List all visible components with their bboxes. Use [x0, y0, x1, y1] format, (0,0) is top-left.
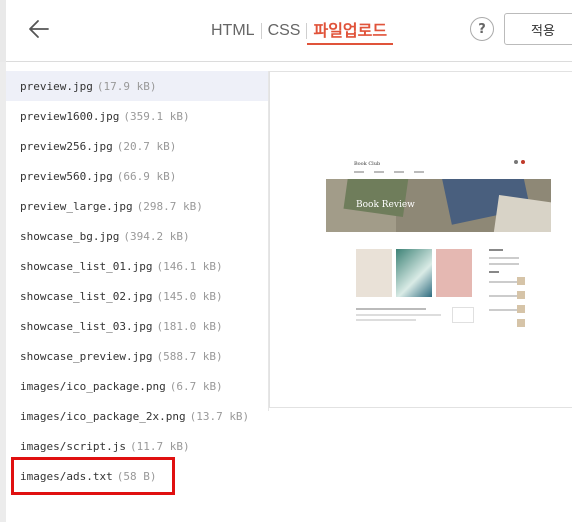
file-name: images/ico_package.png [20, 379, 166, 393]
file-list-item[interactable]: images/ico_package_2x.png (13.7 kB) [6, 401, 268, 431]
file-name: showcase_preview.jpg [20, 349, 153, 363]
top-toolbar: HTML CSS 파일업로드 ? 적용 [0, 0, 572, 62]
file-size: (6.7 kB) [169, 379, 223, 393]
preview-book-cover [356, 249, 392, 297]
file-list-item[interactable]: preview1600.jpg (359.1 kB) [6, 101, 268, 131]
file-name: showcase_list_02.jpg [20, 289, 153, 303]
file-list-item[interactable]: showcase_bg.jpg (394.2 kB) [6, 221, 268, 251]
preview-text-line [356, 308, 426, 310]
file-name: showcase_list_03.jpg [20, 319, 153, 333]
file-size: (145.0 kB) [156, 289, 223, 303]
file-list-item[interactable]: showcase_list_02.jpg (145.0 kB) [6, 281, 268, 311]
file-list-item[interactable]: images/ico_package.png (6.7 kB) [6, 371, 268, 401]
file-name: images/ads.txt [20, 469, 113, 483]
tab-file-upload[interactable]: 파일업로드 [307, 17, 394, 45]
file-name: preview256.jpg [20, 139, 113, 153]
file-size: (66.9 kB) [116, 169, 177, 183]
file-list-item[interactable]: showcase_preview.jpg (588.7 kB) [6, 341, 268, 371]
file-size: (298.7 kB) [136, 199, 203, 213]
preview-book-cover [396, 249, 432, 297]
preview-header-icons [514, 160, 525, 164]
preview-book-cover [436, 249, 472, 297]
file-size: (11.7 kB) [129, 439, 190, 453]
file-size: (181.0 kB) [156, 319, 223, 333]
file-size: (20.7 kB) [116, 139, 177, 153]
preview-text-line [356, 314, 441, 316]
preview-nav [354, 171, 474, 173]
file-list-item[interactable]: preview_large.jpg (298.7 kB) [6, 191, 268, 221]
file-size: (394.2 kB) [123, 229, 190, 243]
arrow-left-icon [29, 20, 49, 38]
preview-image: Book Club Book Review [326, 159, 551, 329]
preview-placeholder-box [452, 307, 474, 323]
file-list-item[interactable]: showcase_list_01.jpg (146.1 kB) [6, 251, 268, 281]
file-list-item[interactable]: preview256.jpg (20.7 kB) [6, 131, 268, 161]
file-name: showcase_bg.jpg [20, 229, 120, 243]
image-preview-panel: Book Club Book Review [269, 71, 572, 408]
preview-hero-banner: Book Review [326, 179, 551, 232]
file-name: showcase_list_01.jpg [20, 259, 153, 273]
file-name: images/ico_package_2x.png [20, 409, 186, 423]
file-size: (58 B) [116, 469, 157, 483]
file-name: preview560.jpg [20, 169, 113, 183]
file-size: (17.9 kB) [96, 79, 157, 93]
tab-html[interactable]: HTML [205, 22, 261, 40]
back-button[interactable] [24, 13, 56, 45]
file-name: preview.jpg [20, 79, 93, 93]
file-list-item[interactable]: showcase_list_03.jpg (181.0 kB) [6, 311, 268, 341]
help-button[interactable]: ? [470, 17, 494, 41]
file-list-item[interactable]: images/ads.txt (58 B) [6, 461, 268, 491]
apply-button[interactable]: 적용 [504, 13, 572, 45]
preview-hero-title: Book Review [356, 200, 415, 210]
file-size: (588.7 kB) [156, 349, 223, 363]
file-size: (146.1 kB) [156, 259, 223, 273]
file-name: preview_large.jpg [20, 199, 133, 213]
file-list-item[interactable]: preview560.jpg (66.9 kB) [6, 161, 268, 191]
file-list: preview.jpg (17.9 kB) preview1600.jpg (359.… [6, 71, 268, 491]
file-size: (359.1 kB) [123, 109, 190, 123]
file-list-item[interactable]: preview.jpg (17.9 kB) [6, 71, 268, 101]
preview-site-logo: Book Club [354, 161, 381, 167]
tab-css[interactable]: CSS [262, 22, 307, 40]
file-list-item[interactable]: images/script.js (11.7 kB) [6, 431, 268, 461]
preview-sidebar [489, 247, 539, 327]
editor-tabs: HTML CSS 파일업로드 [205, 17, 394, 45]
file-name: preview1600.jpg [20, 109, 120, 123]
toolbar-edge [0, 0, 6, 62]
file-size: (13.7 kB) [189, 409, 250, 423]
file-name: images/script.js [20, 439, 126, 453]
preview-text-line [356, 319, 416, 321]
